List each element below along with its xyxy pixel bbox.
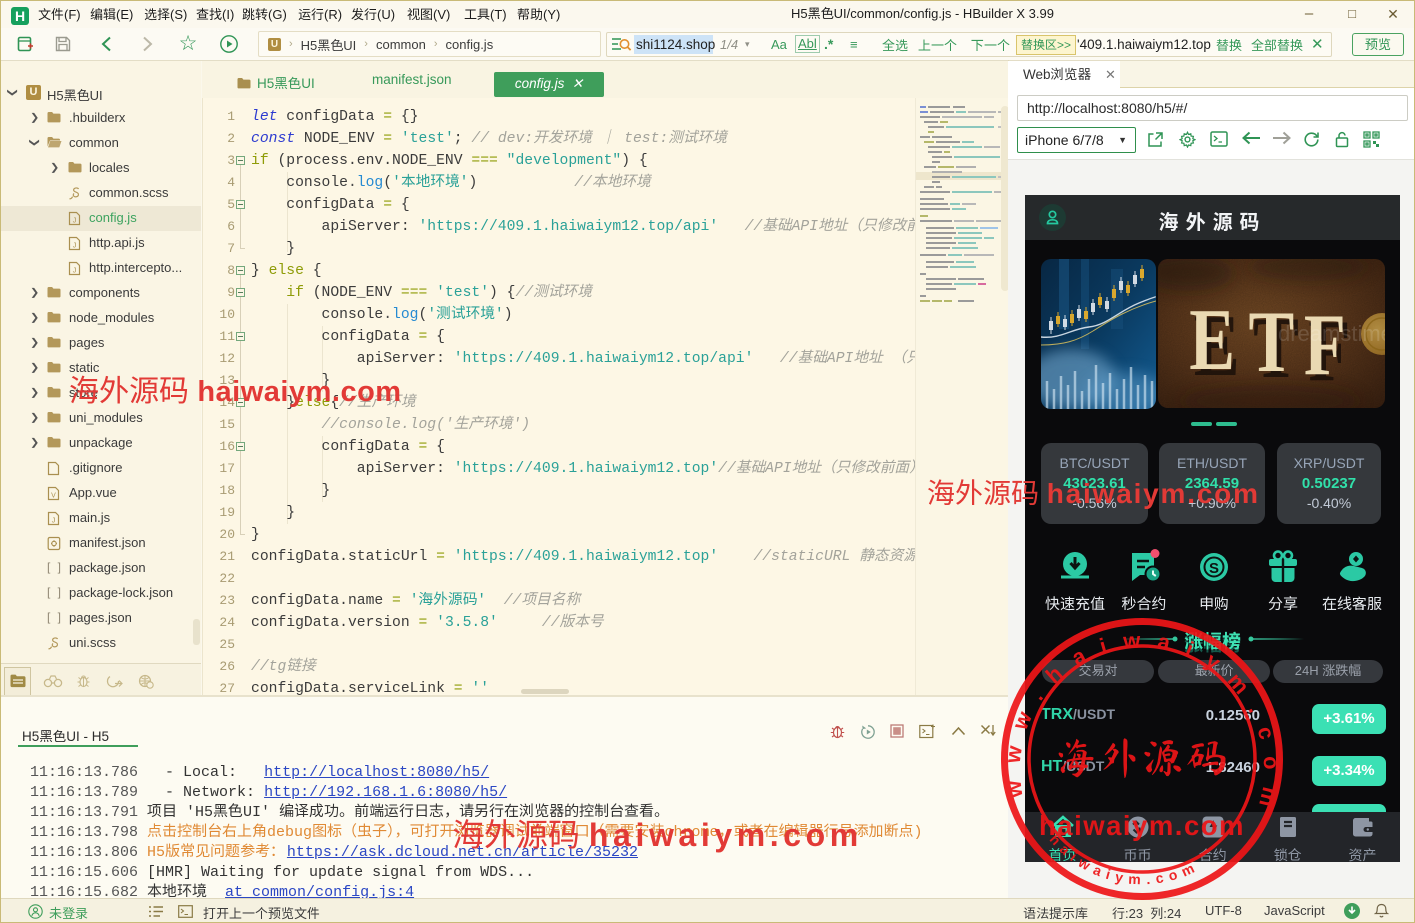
svg-text:V: V bbox=[51, 493, 56, 500]
svg-text:haiwaiym.com: haiwaiym.com bbox=[1039, 810, 1245, 841]
svg-text:w w w . h a i w a i y m . c o: w w w . h a i w a i y m . c o m bbox=[1000, 627, 1285, 816]
svg-text:J: J bbox=[73, 268, 77, 275]
svg-text:J: J bbox=[73, 243, 77, 250]
svg-text:E: E bbox=[1189, 292, 1235, 389]
svg-text:dreamstime: dreamstime bbox=[1278, 321, 1385, 346]
svg-text:海外源码: 海外源码 bbox=[1055, 737, 1229, 779]
svg-text:J: J bbox=[52, 518, 56, 525]
svg-text:J: J bbox=[73, 218, 77, 225]
svg-text:S: S bbox=[1209, 560, 1219, 577]
